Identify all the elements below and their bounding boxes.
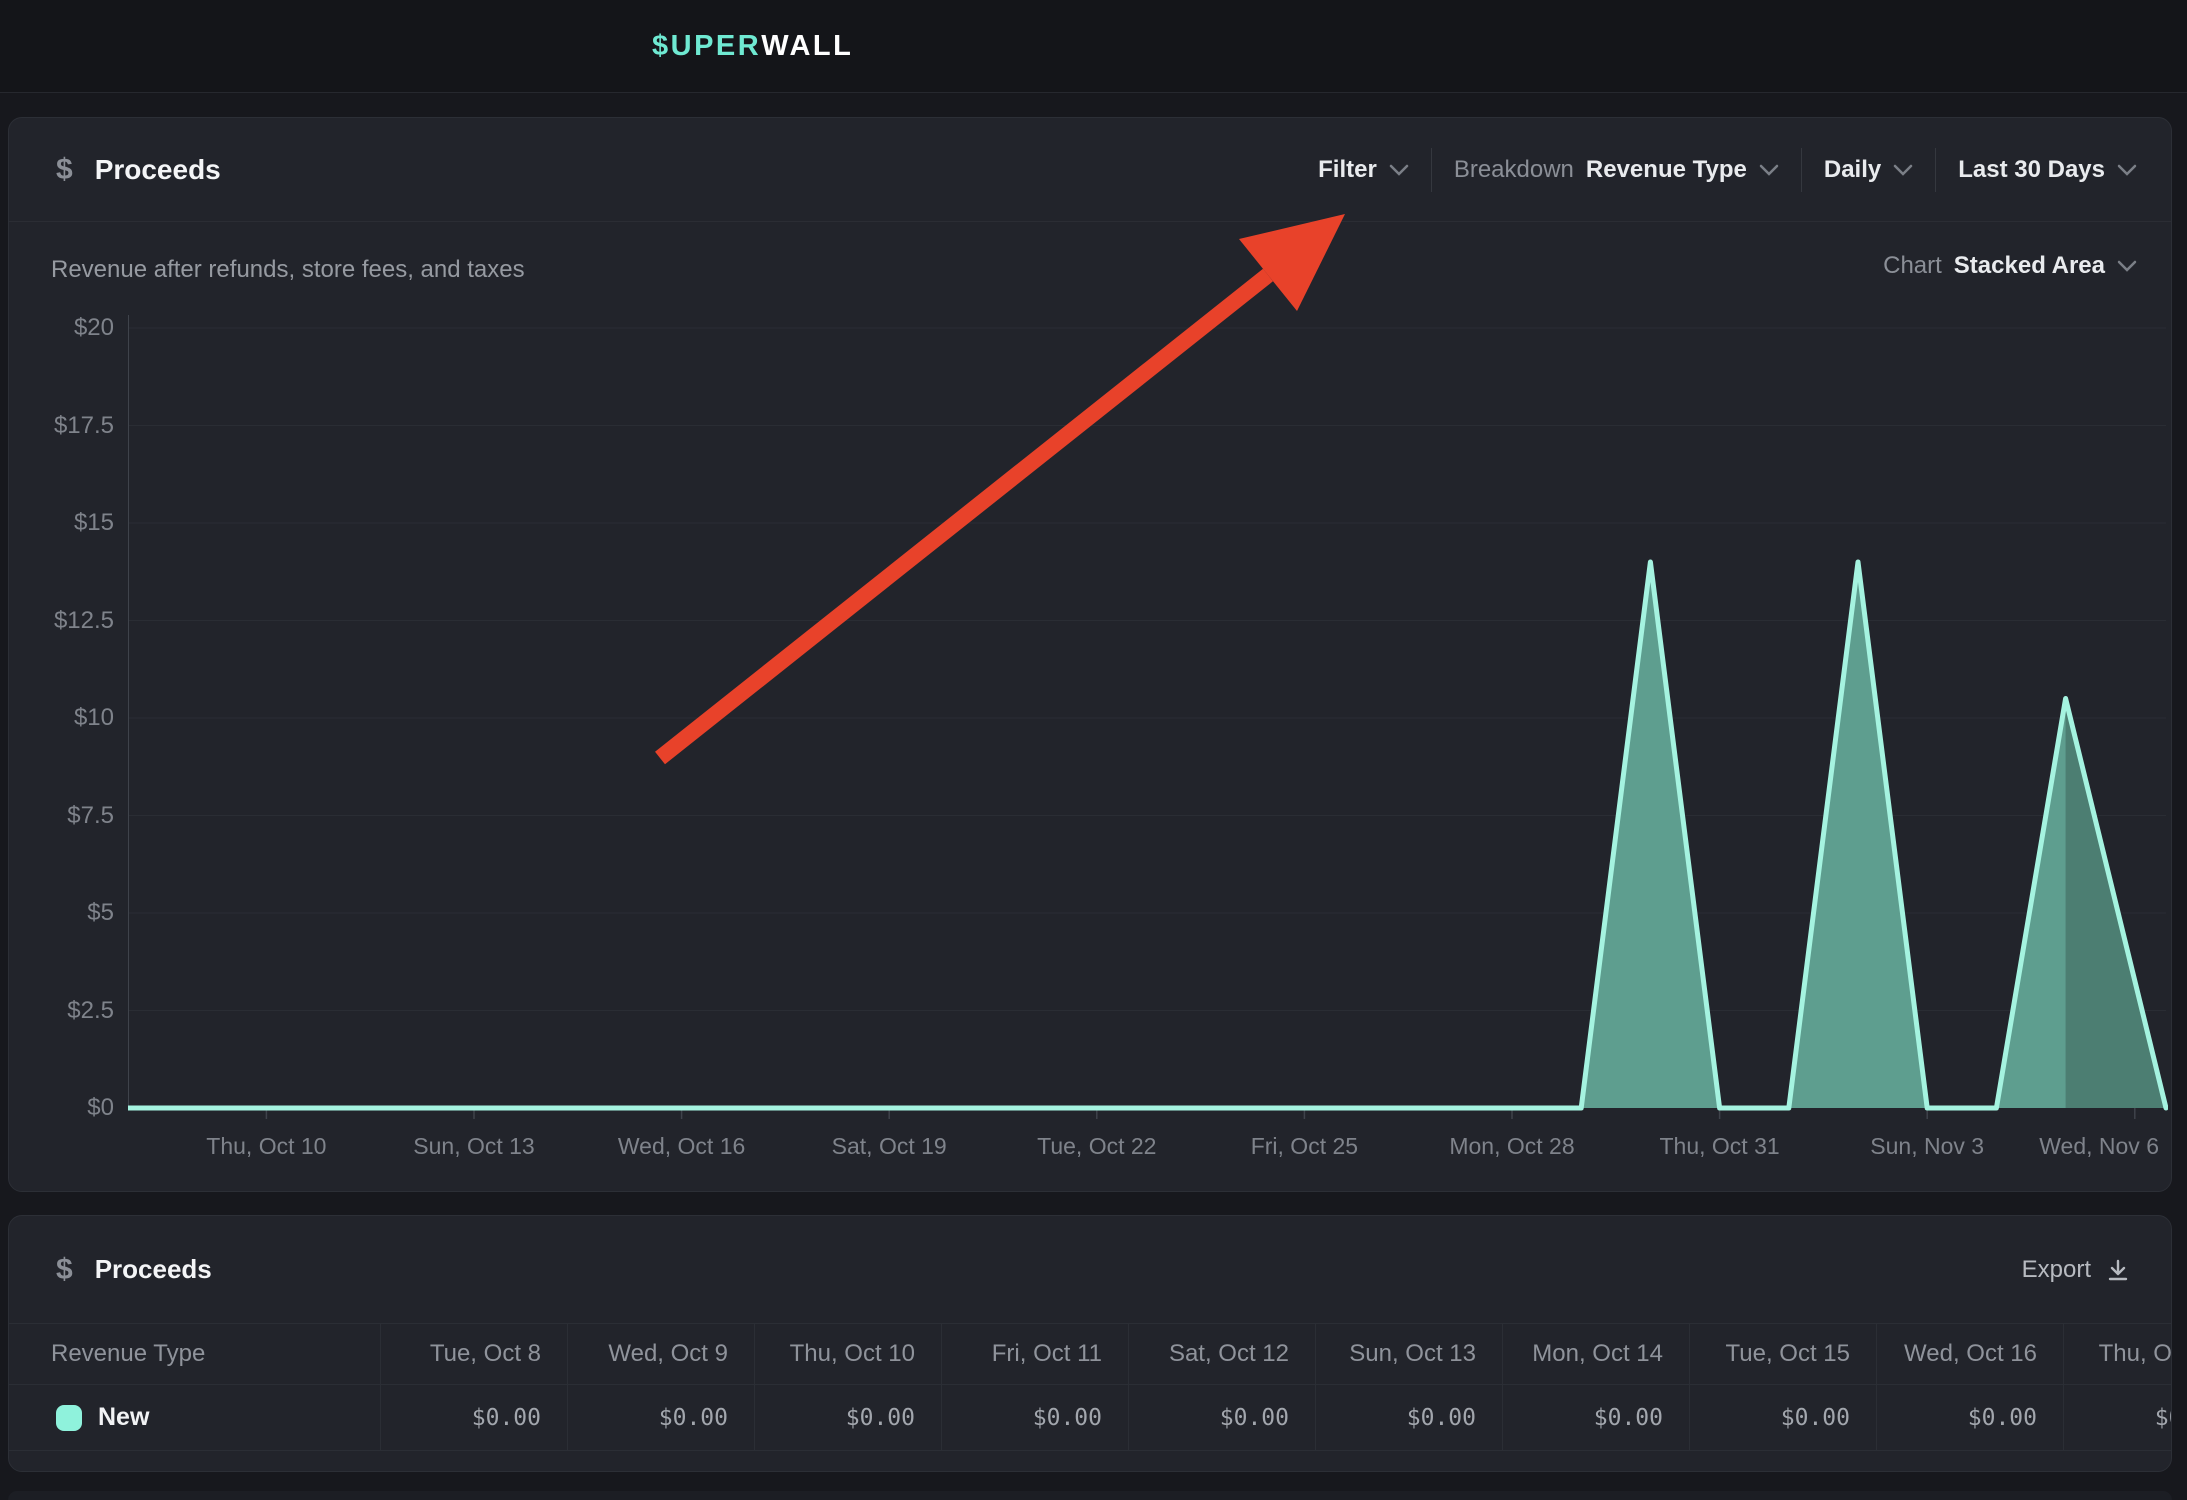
y-axis-label: $20 [9,313,114,343]
x-axis-label: Thu, Oct 31 [1660,1133,1780,1160]
page-title: Proceeds [95,154,221,186]
table-header-cell: Wed, Oct 9 [567,1323,754,1385]
y-axis-label: $2.5 [9,996,114,1026]
dollar-icon: $ [56,1253,73,1287]
table-row-label: New [9,1385,380,1451]
table-value-cell: $0.00 [1502,1385,1689,1451]
proceeds-table-card: $ Proceeds Export Revenue Type Tue, Oct … [8,1215,2172,1472]
table-header-cell: Fri, Oct 11 [941,1323,1128,1385]
breakdown-label: Breakdown [1454,156,1574,184]
chevron-down-icon [1389,164,1409,176]
logo-prefix: $UPER [652,30,761,63]
x-axis-label: Mon, Oct 28 [1449,1133,1574,1160]
x-axis-label: Thu, Oct 10 [206,1133,326,1160]
chevron-down-icon [2117,260,2137,272]
y-axis-label: $15 [9,508,114,538]
series-name: New [98,1403,149,1432]
superwall-logo[interactable]: $UPERWALL [652,0,853,92]
export-button[interactable]: Export [2022,1216,2131,1323]
chart-type-dropdown[interactable]: Chart Stacked Area [1883,252,2137,280]
y-axis-label: $0 [9,1093,114,1123]
granularity-value: Daily [1824,156,1881,184]
x-axis-label: Sun, Nov 3 [1870,1133,1984,1160]
chevron-down-icon [1893,164,1913,176]
table-header-cell: Thu, Oct 10 [754,1323,941,1385]
chart-card-header: $ Proceeds Filter Breakdown Revenue Type… [9,118,2171,222]
chart-type-label: Chart [1883,252,1942,280]
divider [1801,148,1802,192]
chart-subtitle: Revenue after refunds, store fees, and t… [51,256,525,284]
table-value-cell: $0.00 [380,1385,567,1451]
stacked-area-chart [128,301,2168,1131]
filter-label: Filter [1318,156,1377,184]
logo-suffix: WALL [761,30,853,63]
divider [1935,148,1936,192]
granularity-dropdown[interactable]: Daily [1824,156,1913,184]
table-header-cell: Thu, Oct 17 [2063,1323,2172,1385]
table-header-cell: Revenue Type [9,1323,380,1385]
y-axis-label: $12.5 [9,606,114,636]
table-header-cell: Tue, Oct 15 [1689,1323,1876,1385]
table-header-cell: Tue, Oct 8 [380,1323,567,1385]
table-value-cell: $0.00 [941,1385,1128,1451]
x-axis-label: Tue, Oct 22 [1037,1133,1156,1160]
breakdown-dropdown[interactable]: Breakdown Revenue Type [1454,156,1779,184]
y-axis-label: $5 [9,898,114,928]
table-value-cell: $0.00 [1689,1385,1876,1451]
table-value-cell: $0.00 [1876,1385,2063,1451]
table-header-cell: Sun, Oct 13 [1315,1323,1502,1385]
table-value-cell: $0.00 [567,1385,754,1451]
table-header-cell: Wed, Oct 16 [1876,1323,2063,1385]
date-range-dropdown[interactable]: Last 30 Days [1958,156,2137,184]
table-title: Proceeds [95,1254,212,1285]
export-label: Export [2022,1256,2091,1284]
chart-type-value: Stacked Area [1954,252,2105,280]
table-value-cell: $0.00 [1128,1385,1315,1451]
y-axis-label: $10 [9,703,114,733]
table-card-header: $ Proceeds Export [9,1216,2171,1323]
proceeds-chart-card: $ Proceeds Filter Breakdown Revenue Type… [8,117,2172,1192]
table-value-cell: $0.00 [754,1385,941,1451]
table-value-cell: $0.00 [1315,1385,1502,1451]
top-navigation-bar: $UPERWALL [0,0,2187,93]
proceeds-table: Revenue Type Tue, Oct 8 Wed, Oct 9 Thu, … [9,1323,2172,1451]
breakdown-value: Revenue Type [1586,156,1747,184]
y-axis-label: $17.5 [9,411,114,441]
x-axis-label: Sat, Oct 19 [832,1133,947,1160]
next-card-top-edge [8,1491,2172,1500]
date-range-value: Last 30 Days [1958,156,2105,184]
table-header-cell: Sat, Oct 12 [1128,1323,1315,1385]
table-value-cell: $0.00 [2063,1385,2172,1451]
filter-dropdown[interactable]: Filter [1318,156,1409,184]
download-icon [2105,1257,2131,1283]
divider [1431,148,1432,192]
x-axis-label: Fri, Oct 25 [1251,1133,1358,1160]
chevron-down-icon [1759,164,1779,176]
table-header-cell: Mon, Oct 14 [1502,1323,1689,1385]
superwall-dashboard: $UPERWALL $ Proceeds Filter Breakdown Re… [0,0,2187,1500]
x-axis-label: Wed, Oct 16 [618,1133,745,1160]
x-axis-label: Sun, Oct 13 [413,1133,534,1160]
dollar-icon: $ [56,153,73,187]
x-axis-label: Wed, Nov 6 [2039,1133,2159,1160]
series-swatch [56,1405,82,1431]
chevron-down-icon [2117,164,2137,176]
y-axis-label: $7.5 [9,801,114,831]
